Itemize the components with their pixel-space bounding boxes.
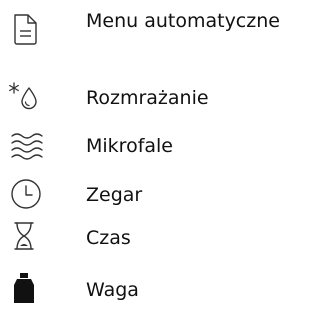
menu-item-time[interactable]: Czas — [0, 216, 300, 260]
weight-icon — [8, 270, 44, 306]
menu-item-label: Rozmrażanie — [86, 87, 209, 109]
menu-item-label: Czas — [86, 227, 131, 249]
menu-item-label: Mikrofale — [86, 135, 173, 157]
menu-item-auto-menu[interactable]: Menu automatyczne — [0, 0, 300, 47]
menu-item-clock[interactable]: Zegar — [0, 172, 300, 216]
menu-item-weight[interactable]: Waga — [0, 266, 300, 310]
menu-item-microwave[interactable]: Mikrofale — [0, 124, 300, 168]
menu-list: Menu automatyczne Rozmrażanie Mikrofale … — [0, 0, 300, 331]
menu-item-label: Waga — [86, 279, 139, 301]
microwave-waves-icon — [8, 127, 44, 163]
menu-item-label: Zegar — [86, 184, 143, 206]
menu-item-label: Menu automatyczne — [86, 10, 280, 32]
clock-icon — [8, 176, 44, 212]
snowflake-drop-icon — [8, 78, 44, 114]
menu-item-defrost[interactable]: Rozmrażanie — [0, 76, 300, 120]
document-icon — [8, 11, 44, 47]
hourglass-icon — [8, 218, 44, 254]
